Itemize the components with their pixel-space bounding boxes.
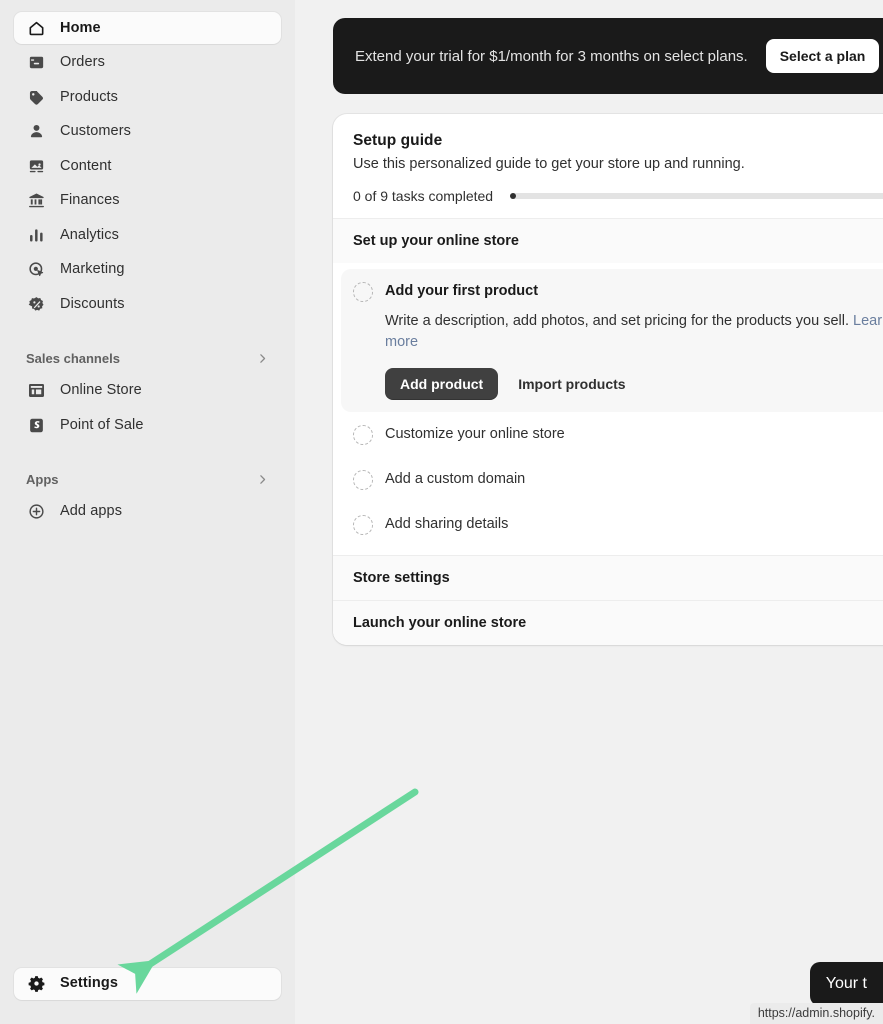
- task-title: Add a custom domain: [385, 471, 526, 488]
- setup-section-header-store-settings[interactable]: Store settings: [333, 555, 883, 601]
- sidebar-item-orders[interactable]: Orders: [14, 47, 281, 79]
- browser-status-url: https://admin.shopify.: [749, 1003, 883, 1024]
- task-title: Customize your online store: [385, 426, 565, 443]
- task-content: Add a custom domain: [385, 469, 883, 490]
- setup-section-header-launch-store[interactable]: Launch your online store: [333, 600, 883, 646]
- import-products-button[interactable]: Import products: [508, 368, 635, 400]
- page-title: Setup guide: [353, 132, 443, 149]
- sidebar-item-label: Discounts: [60, 295, 125, 312]
- task-content: Add sharing details: [385, 514, 883, 535]
- sidebar-footer: Settings: [14, 967, 281, 1024]
- sidebar-item-label: Home: [60, 19, 101, 36]
- select-a-plan-button[interactable]: Select a plan: [765, 39, 880, 73]
- sidebar-item-label: Marketing: [60, 261, 125, 278]
- trial-banner: Extend your trial for $1/month for 3 mon…: [333, 18, 883, 94]
- sales-channels-header[interactable]: Sales channels: [14, 345, 281, 373]
- sidebar-item-online-store[interactable]: Online Store: [14, 375, 281, 407]
- home-icon: [26, 18, 46, 38]
- task-add-first-product[interactable]: Add your first product Write a descripti…: [341, 269, 883, 413]
- task-title: Add sharing details: [385, 516, 509, 533]
- sidebar-item-label: Settings: [60, 975, 118, 992]
- task-content: Add your first product Write a descripti…: [385, 281, 883, 401]
- task-description: Write a description, add photos, and set…: [385, 311, 883, 353]
- sidebar-item-products[interactable]: Products: [14, 81, 281, 113]
- sidebar-item-label: Products: [60, 88, 119, 105]
- task-add-custom-domain[interactable]: Add a custom domain: [341, 457, 883, 502]
- shopify-bag-icon: [26, 415, 46, 435]
- task-status-circle-icon[interactable]: [353, 515, 373, 536]
- sidebar-item-content[interactable]: Content: [14, 150, 281, 182]
- main-content: Extend your trial for $1/month for 3 mon…: [295, 0, 883, 1024]
- trial-tooltip: Your t: [809, 962, 883, 1006]
- content-icon: [26, 156, 46, 176]
- sidebar-item-marketing[interactable]: Marketing: [14, 254, 281, 286]
- gear-icon: [26, 974, 46, 994]
- sales-channels-heading-label: Sales channels: [26, 351, 120, 366]
- customers-icon: [26, 122, 46, 142]
- sidebar-item-label: Customers: [60, 123, 131, 140]
- setup-progress: 0 of 9 tasks completed: [353, 188, 883, 204]
- chevron-right-icon: [256, 352, 269, 365]
- add-product-button[interactable]: Add product: [385, 368, 499, 401]
- sidebar-item-label: Add apps: [60, 503, 123, 520]
- shopify-admin-window: Home Orders Products Customers Content F…: [0, 0, 883, 1024]
- task-status-circle-icon[interactable]: [353, 282, 373, 302]
- sidebar-item-home[interactable]: Home: [14, 12, 281, 44]
- sidebar-item-label: Point of Sale: [60, 416, 144, 433]
- marketing-icon: [26, 260, 46, 280]
- setup-guide-subtitle: Use this personalized guide to get your …: [353, 156, 745, 172]
- orders-icon: [26, 53, 46, 73]
- trial-banner-message: Extend your trial for $1/month for 3 mon…: [355, 47, 748, 65]
- task-description-text: Write a description, add photos, and set…: [385, 313, 854, 329]
- plus-circle-icon: [26, 502, 46, 522]
- analytics-icon: [26, 225, 46, 245]
- sidebar-item-label: Orders: [60, 54, 105, 71]
- finances-icon: [26, 191, 46, 211]
- task-add-sharing-details[interactable]: Add sharing details: [341, 502, 883, 547]
- chevron-right-icon: [256, 473, 269, 486]
- setup-guide-header: Setup guide Use this personalized guide …: [333, 114, 883, 218]
- discounts-icon: [26, 294, 46, 314]
- task-content: Customize your online store: [385, 424, 883, 445]
- progress-bar-fill: [510, 193, 517, 199]
- products-icon: [26, 87, 46, 107]
- setup-guide-card: Setup guide Use this personalized guide …: [333, 114, 883, 646]
- storefront-icon: [26, 381, 46, 401]
- task-actions: Add product Import products: [385, 368, 883, 401]
- sidebar-item-label: Online Store: [60, 382, 142, 399]
- sidebar-item-finances[interactable]: Finances: [14, 185, 281, 217]
- task-status-circle-icon[interactable]: [353, 425, 373, 446]
- sidebar-item-add-apps[interactable]: Add apps: [14, 496, 281, 528]
- task-customize-online-store[interactable]: Customize your online store: [341, 412, 883, 457]
- sidebar-item-label: Content: [60, 157, 112, 174]
- sidebar-item-analytics[interactable]: Analytics: [14, 219, 281, 251]
- apps-header[interactable]: Apps: [14, 466, 281, 494]
- sidebar-item-label: Analytics: [60, 226, 119, 243]
- task-status-circle-icon[interactable]: [353, 470, 373, 491]
- task-title: Add your first product: [385, 283, 539, 299]
- apps-heading-label: Apps: [26, 472, 59, 487]
- sidebar-item-discounts[interactable]: Discounts: [14, 288, 281, 320]
- setup-section-header[interactable]: Set up your online store: [333, 218, 883, 263]
- sidebar-item-label: Finances: [60, 192, 120, 209]
- primary-sidebar: Home Orders Products Customers Content F…: [0, 0, 295, 1024]
- sidebar-item-settings[interactable]: Settings: [14, 967, 281, 1000]
- progress-bar: [510, 193, 883, 199]
- sidebar-item-point-of-sale[interactable]: Point of Sale: [14, 409, 281, 441]
- sidebar-item-customers[interactable]: Customers: [14, 116, 281, 148]
- setup-task-list: Add your first product Write a descripti…: [333, 263, 883, 556]
- setup-progress-label: 0 of 9 tasks completed: [353, 188, 494, 204]
- main-navigation: Home Orders Products Customers Content F…: [14, 12, 281, 323]
